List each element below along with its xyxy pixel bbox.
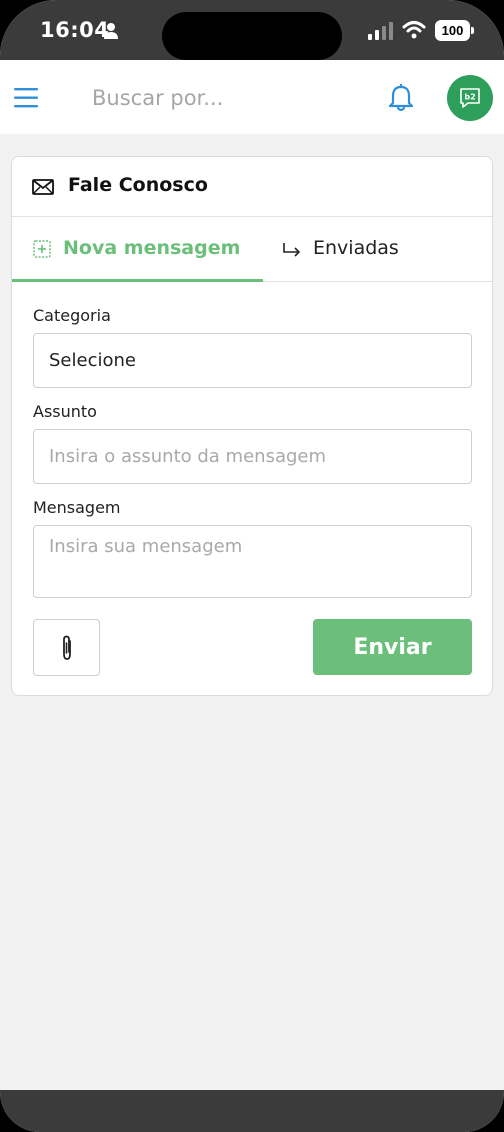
menu-icon[interactable]	[14, 87, 38, 109]
signal-icon	[368, 22, 393, 40]
tab-new-message-label: Nova mensagem	[63, 237, 241, 259]
category-select[interactable]: Selecione	[33, 333, 472, 388]
wifi-icon	[402, 21, 426, 39]
avatar[interactable]: b2	[447, 75, 493, 121]
home-indicator-area	[0, 1090, 504, 1132]
search-input[interactable]	[80, 78, 360, 118]
card-header: Fale Conosco	[12, 157, 492, 217]
tab-sent[interactable]: Enviadas	[263, 218, 492, 282]
reply-icon	[283, 243, 301, 257]
category-label: Categoria	[33, 306, 111, 325]
bell-icon[interactable]	[388, 84, 414, 112]
avatar-logo-icon: b2	[460, 88, 480, 108]
mail-icon	[32, 179, 54, 195]
send-button[interactable]: Enviar	[313, 619, 472, 675]
message-label: Mensagem	[33, 498, 121, 517]
contact-card: Fale Conosco Nova mensagem Enviadas Cate…	[11, 156, 493, 696]
status-time: 16:04	[40, 18, 110, 42]
paperclip-icon	[63, 635, 71, 660]
person-icon	[104, 23, 118, 39]
app-header: b2	[0, 60, 504, 134]
phone-screen: 16:04 100 Buscar por... b2 Fale Conosco …	[0, 0, 504, 1132]
card-title: Fale Conosco	[68, 174, 208, 196]
subject-label: Assunto	[33, 402, 97, 421]
camera-notch	[162, 12, 342, 60]
battery-level: 100	[435, 20, 470, 41]
message-textarea[interactable]	[33, 525, 472, 598]
attach-button[interactable]	[33, 619, 100, 676]
tab-new-message[interactable]: Nova mensagem	[12, 218, 263, 282]
battery-indicator: 100	[435, 20, 474, 41]
avatar-text: b2	[464, 93, 475, 102]
tab-sent-label: Enviadas	[313, 237, 399, 259]
plus-box-icon	[33, 240, 51, 258]
battery-tip	[471, 27, 474, 34]
status-bar: 16:04 100	[0, 0, 504, 60]
tab-bar: Nova mensagem Enviadas	[12, 218, 492, 282]
subject-input[interactable]	[33, 429, 472, 484]
